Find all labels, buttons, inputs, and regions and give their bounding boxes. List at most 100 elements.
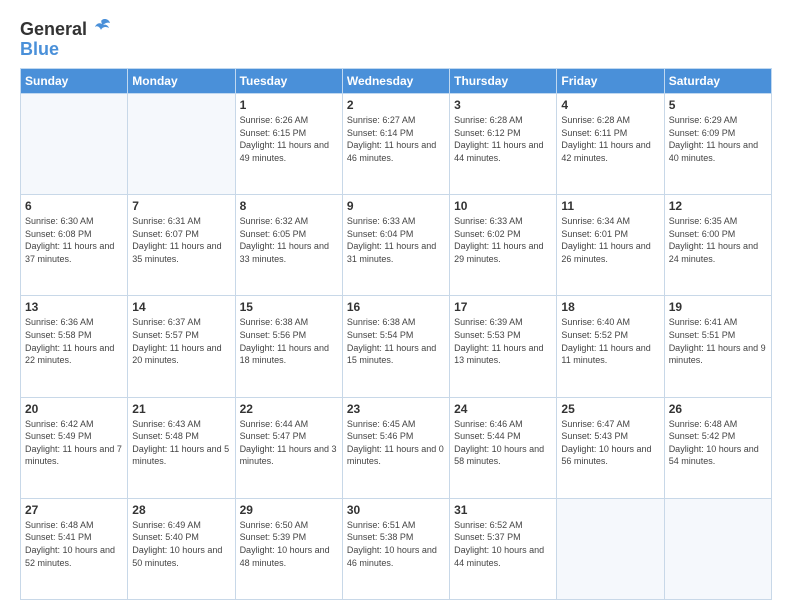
weekday-header-thursday: Thursday [450, 69, 557, 94]
calendar-cell: 26Sunrise: 6:48 AMSunset: 5:42 PMDayligh… [664, 397, 771, 498]
day-number: 9 [347, 199, 445, 213]
day-info: Sunrise: 6:43 AMSunset: 5:48 PMDaylight:… [132, 418, 230, 468]
weekday-header-tuesday: Tuesday [235, 69, 342, 94]
weekday-header-wednesday: Wednesday [342, 69, 449, 94]
week-row-3: 13 Sunrise: 6:36 AMSunset: 5:58 PMDayligh… [21, 296, 772, 397]
day-info: Sunrise: 6:28 AMSunset: 6:11 PMDaylight:… [561, 114, 659, 164]
day-info: Sunrise: 6:45 AMSunset: 5:46 PMDaylight:… [347, 418, 445, 468]
calendar-table: SundayMondayTuesdayWednesdayThursdayFrid… [20, 68, 772, 600]
day-number: 5 [669, 98, 767, 112]
logo: General Blue [20, 16, 113, 60]
day-number: 18 [561, 300, 659, 314]
day-number: 11 [561, 199, 659, 213]
day-number: 4 [561, 98, 659, 112]
calendar-cell: 4 Sunrise: 6:28 AMSunset: 6:11 PMDaylight… [557, 94, 664, 195]
calendar-cell: 7 Sunrise: 6:31 AMSunset: 6:07 PMDaylight… [128, 195, 235, 296]
calendar-cell [21, 94, 128, 195]
day-info: Sunrise: 6:35 AMSunset: 6:00 PMDaylight:… [669, 215, 767, 265]
day-number: 29 [240, 503, 338, 517]
day-number: 21 [132, 402, 230, 416]
calendar-cell: 22 Sunrise: 6:44 AMSunset: 5:47 PMDayligh… [235, 397, 342, 498]
day-number: 8 [240, 199, 338, 213]
day-number: 23 [347, 402, 445, 416]
calendar-cell: 1 Sunrise: 6:26 AMSunset: 6:15 PMDaylight… [235, 94, 342, 195]
calendar-cell: 30Sunrise: 6:51 AMSunset: 5:38 PMDayligh… [342, 498, 449, 599]
day-info: Sunrise: 6:28 AMSunset: 6:12 PMDaylight:… [454, 114, 552, 164]
day-number: 20 [25, 402, 123, 416]
day-info: Sunrise: 6:46 AMSunset: 5:44 PMDaylight:… [454, 418, 552, 468]
calendar-cell: 27 Sunrise: 6:48 AMSunset: 5:41 PMDayligh… [21, 498, 128, 599]
day-number: 27 [25, 503, 123, 517]
day-number: 6 [25, 199, 123, 213]
day-number: 2 [347, 98, 445, 112]
weekday-header-saturday: Saturday [664, 69, 771, 94]
week-row-1: 1 Sunrise: 6:26 AMSunset: 6:15 PMDaylight… [21, 94, 772, 195]
day-number: 31 [454, 503, 552, 517]
calendar-cell: 8 Sunrise: 6:32 AMSunset: 6:05 PMDaylight… [235, 195, 342, 296]
day-info: Sunrise: 6:33 AMSunset: 6:02 PMDaylight:… [454, 215, 552, 265]
weekday-header-row: SundayMondayTuesdayWednesdayThursdayFrid… [21, 69, 772, 94]
calendar-cell: 29Sunrise: 6:50 AMSunset: 5:39 PMDayligh… [235, 498, 342, 599]
day-number: 17 [454, 300, 552, 314]
calendar-cell [128, 94, 235, 195]
day-info: Sunrise: 6:26 AMSunset: 6:15 PMDaylight:… [240, 114, 338, 164]
calendar-cell: 31 Sunrise: 6:52 AMSunset: 5:37 PMDayligh… [450, 498, 557, 599]
day-info: Sunrise: 6:34 AMSunset: 6:01 PMDaylight:… [561, 215, 659, 265]
calendar-cell: 23 Sunrise: 6:45 AMSunset: 5:46 PMDayligh… [342, 397, 449, 498]
calendar-cell: 3 Sunrise: 6:28 AMSunset: 6:12 PMDaylight… [450, 94, 557, 195]
calendar-cell [664, 498, 771, 599]
day-info: Sunrise: 6:42 AMSunset: 5:49 PMDaylight:… [25, 418, 123, 468]
calendar-cell: 19 Sunrise: 6:41 AMSunset: 5:51 PMDayligh… [664, 296, 771, 397]
day-number: 15 [240, 300, 338, 314]
day-info: Sunrise: 6:31 AMSunset: 6:07 PMDaylight:… [132, 215, 230, 265]
calendar-cell: 15 Sunrise: 6:38 AMSunset: 5:56 PMDayligh… [235, 296, 342, 397]
page: General Blue SundayMondayTuesdayWednesda… [0, 0, 792, 612]
logo-blue-text: Blue [20, 39, 59, 60]
header: General Blue [20, 16, 772, 60]
day-info: Sunrise: 6:38 AMSunset: 5:54 PMDaylight:… [347, 316, 445, 366]
day-number: 7 [132, 199, 230, 213]
day-number: 1 [240, 98, 338, 112]
calendar-cell: 20 Sunrise: 6:42 AMSunset: 5:49 PMDayligh… [21, 397, 128, 498]
day-number: 19 [669, 300, 767, 314]
day-number: 22 [240, 402, 338, 416]
day-number: 25 [561, 402, 659, 416]
weekday-header-sunday: Sunday [21, 69, 128, 94]
day-number: 13 [25, 300, 123, 314]
day-info: Sunrise: 6:47 AMSunset: 5:43 PMDaylight:… [561, 418, 659, 468]
day-info: Sunrise: 6:27 AMSunset: 6:14 PMDaylight:… [347, 114, 445, 164]
calendar-cell: 11 Sunrise: 6:34 AMSunset: 6:01 PMDayligh… [557, 195, 664, 296]
day-info: Sunrise: 6:41 AMSunset: 5:51 PMDaylight:… [669, 316, 767, 366]
day-number: 3 [454, 98, 552, 112]
calendar-cell: 16 Sunrise: 6:38 AMSunset: 5:54 PMDayligh… [342, 296, 449, 397]
calendar-cell: 14Sunrise: 6:37 AMSunset: 5:57 PMDayligh… [128, 296, 235, 397]
day-number: 30 [347, 503, 445, 517]
logo-text: General [20, 19, 87, 40]
day-info: Sunrise: 6:37 AMSunset: 5:57 PMDaylight:… [132, 316, 230, 366]
day-info: Sunrise: 6:38 AMSunset: 5:56 PMDaylight:… [240, 316, 338, 366]
day-info: Sunrise: 6:44 AMSunset: 5:47 PMDaylight:… [240, 418, 338, 468]
day-number: 10 [454, 199, 552, 213]
logo-bird-icon [91, 16, 113, 43]
day-info: Sunrise: 6:33 AMSunset: 6:04 PMDaylight:… [347, 215, 445, 265]
week-row-2: 6Sunrise: 6:30 AMSunset: 6:08 PMDaylight… [21, 195, 772, 296]
weekday-header-monday: Monday [128, 69, 235, 94]
day-info: Sunrise: 6:48 AMSunset: 5:41 PMDaylight:… [25, 519, 123, 569]
calendar-cell: 9 Sunrise: 6:33 AMSunset: 6:04 PMDaylight… [342, 195, 449, 296]
calendar-cell: 24Sunrise: 6:46 AMSunset: 5:44 PMDayligh… [450, 397, 557, 498]
calendar-cell: 25 Sunrise: 6:47 AMSunset: 5:43 PMDayligh… [557, 397, 664, 498]
calendar-cell: 18Sunrise: 6:40 AMSunset: 5:52 PMDayligh… [557, 296, 664, 397]
calendar-cell: 17 Sunrise: 6:39 AMSunset: 5:53 PMDayligh… [450, 296, 557, 397]
day-info: Sunrise: 6:36 AMSunset: 5:58 PMDaylight:… [25, 316, 123, 366]
calendar-cell [557, 498, 664, 599]
week-row-4: 20 Sunrise: 6:42 AMSunset: 5:49 PMDayligh… [21, 397, 772, 498]
day-info: Sunrise: 6:32 AMSunset: 6:05 PMDaylight:… [240, 215, 338, 265]
week-row-5: 27 Sunrise: 6:48 AMSunset: 5:41 PMDayligh… [21, 498, 772, 599]
calendar-cell: 2 Sunrise: 6:27 AMSunset: 6:14 PMDaylight… [342, 94, 449, 195]
day-info: Sunrise: 6:49 AMSunset: 5:40 PMDaylight:… [132, 519, 230, 569]
calendar-cell: 28Sunrise: 6:49 AMSunset: 5:40 PMDayligh… [128, 498, 235, 599]
day-info: Sunrise: 6:39 AMSunset: 5:53 PMDaylight:… [454, 316, 552, 366]
day-info: Sunrise: 6:52 AMSunset: 5:37 PMDaylight:… [454, 519, 552, 569]
day-number: 16 [347, 300, 445, 314]
day-info: Sunrise: 6:29 AMSunset: 6:09 PMDaylight:… [669, 114, 767, 164]
